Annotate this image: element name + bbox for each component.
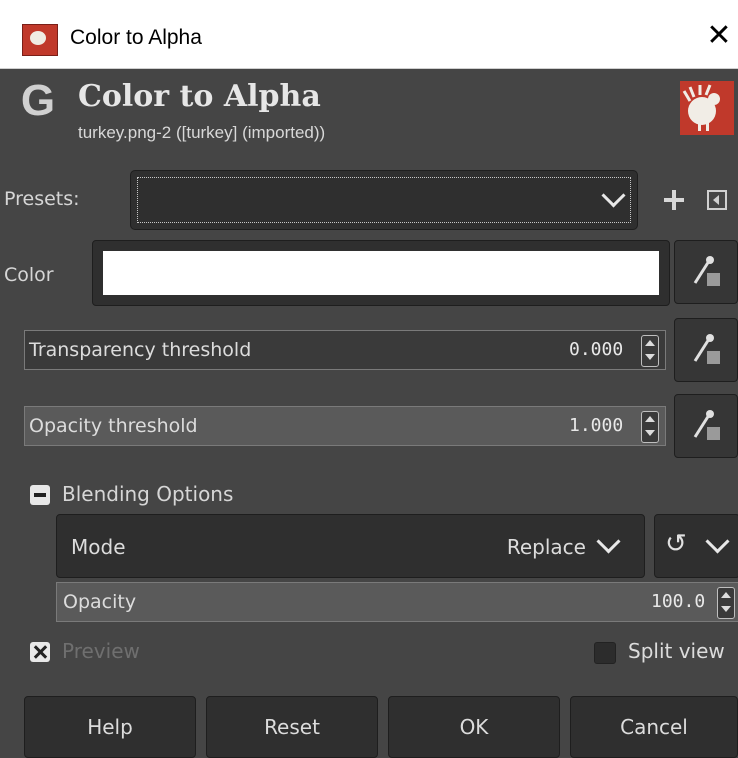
dialog-title: Color to Alpha — [78, 79, 321, 114]
blending-options-label[interactable]: Blending Options — [62, 482, 233, 506]
opacity-label: Opacity — [63, 591, 137, 613]
ok-button[interactable]: OK — [388, 696, 560, 758]
opacity-threshold-label: Opacity threshold — [29, 415, 198, 437]
transparency-threshold-label: Transparency threshold — [29, 339, 252, 361]
dialog-body: Presets: Color Transparency threshold 0.… — [0, 158, 738, 758]
color-picker-button[interactable] — [674, 240, 738, 304]
transparency-picker-button[interactable] — [674, 318, 738, 382]
image-thumbnail — [680, 81, 734, 135]
mode-value: Replace — [506, 535, 586, 559]
split-view-label: Split view — [628, 639, 725, 663]
close-icon[interactable]: ✕ — [704, 18, 734, 54]
preview-label: Preview — [62, 639, 140, 663]
color-swatch-button[interactable] — [92, 240, 670, 306]
opacity-picker-button[interactable] — [674, 394, 738, 458]
color-label: Color — [4, 264, 54, 286]
opacity-fill — [57, 583, 738, 621]
eyedropper-icon — [693, 410, 720, 440]
reset-button[interactable]: Reset — [206, 696, 378, 758]
opacity-spinner[interactable]: Opacity 100.0 — [56, 582, 738, 622]
composite-mode-icon: ↺ — [665, 529, 687, 559]
spin-arrows-icon[interactable] — [717, 587, 735, 619]
eyedropper-icon — [693, 334, 720, 364]
blending-options-collapse-icon[interactable] — [30, 485, 50, 505]
color-swatch-fill — [103, 251, 659, 295]
opacity-value: 100.0 — [651, 591, 706, 612]
mode-label: Mode — [71, 535, 126, 559]
transparency-threshold-value: 0.000 — [569, 339, 624, 360]
split-view-checkbox[interactable] — [594, 642, 616, 664]
window-titlebar: Color to Alpha ✕ — [0, 0, 738, 69]
preset-menu-icon[interactable] — [707, 190, 727, 210]
preview-checkbox[interactable] — [30, 642, 50, 662]
transparency-threshold-spinner[interactable]: Transparency threshold 0.000 — [24, 330, 666, 370]
spin-arrows-icon[interactable] — [641, 411, 659, 443]
composite-mode-button[interactable]: ↺ — [654, 514, 738, 578]
presets-dropdown[interactable] — [130, 170, 638, 230]
add-preset-icon[interactable] — [664, 190, 684, 210]
help-button[interactable]: Help — [24, 696, 196, 758]
dialog-header: G Color to Alpha turkey.png-2 ([turkey] … — [0, 69, 738, 158]
app-icon — [22, 24, 58, 56]
dialog-subtitle: turkey.png-2 ([turkey] (imported)) — [78, 123, 326, 142]
chevron-down-icon — [705, 529, 730, 554]
chevron-down-icon — [596, 529, 621, 554]
spin-arrows-icon[interactable] — [641, 335, 659, 367]
gimp-logo-icon: G — [20, 76, 56, 125]
presets-label: Presets: — [4, 188, 80, 210]
opacity-threshold-spinner[interactable]: Opacity threshold 1.000 — [24, 406, 666, 446]
mode-dropdown[interactable]: Mode Replace — [56, 514, 645, 578]
eyedropper-icon — [693, 256, 720, 286]
presets-focus-ring — [137, 177, 631, 223]
cancel-button[interactable]: Cancel — [570, 696, 738, 758]
window-title: Color to Alpha — [70, 26, 202, 49]
opacity-threshold-value: 1.000 — [569, 415, 624, 436]
